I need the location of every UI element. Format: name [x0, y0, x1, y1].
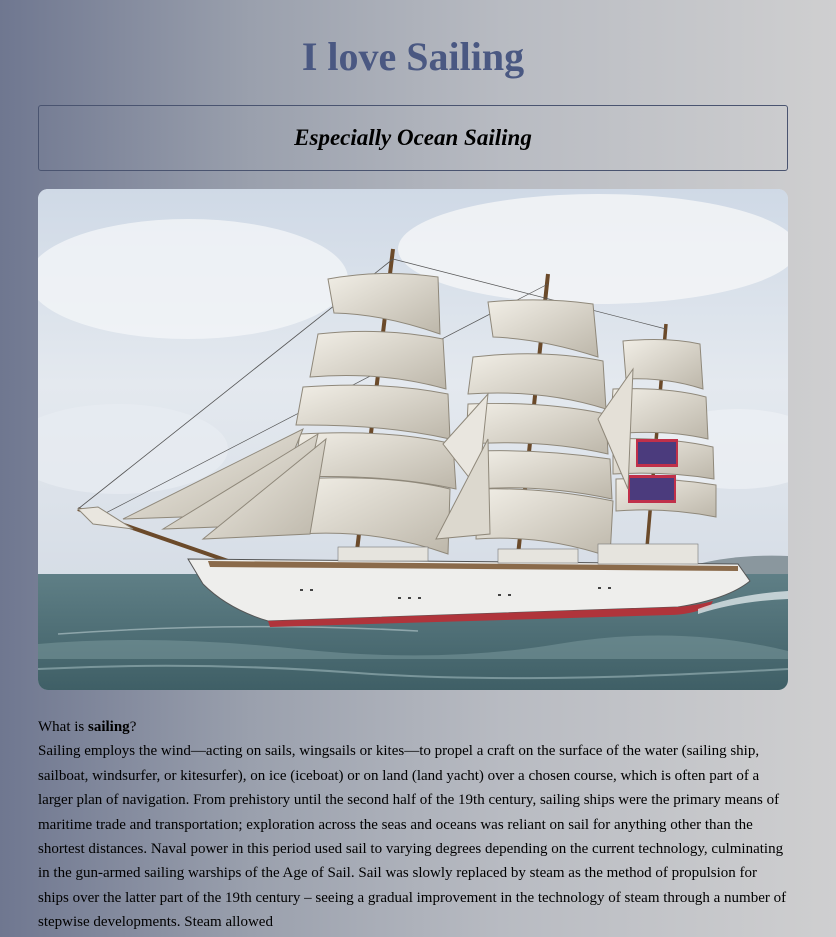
hero-image [38, 189, 788, 690]
subtitle-box: Especially Ocean Sailing [38, 105, 788, 171]
question-term: sailing [88, 719, 130, 735]
page-title: I love Sailing [301, 34, 525, 79]
page-subtitle: Especially Ocean Sailing [294, 125, 532, 150]
question-suffix: ? [129, 719, 137, 735]
question-prefix: What is [38, 719, 88, 735]
article-text: What is sailing? Sailing employs the win… [38, 715, 790, 935]
article-question: What is sailing? [38, 715, 790, 739]
article-body: Sailing employs the wind—acting on sails… [38, 743, 787, 931]
tall-ship-illustration [38, 189, 788, 690]
